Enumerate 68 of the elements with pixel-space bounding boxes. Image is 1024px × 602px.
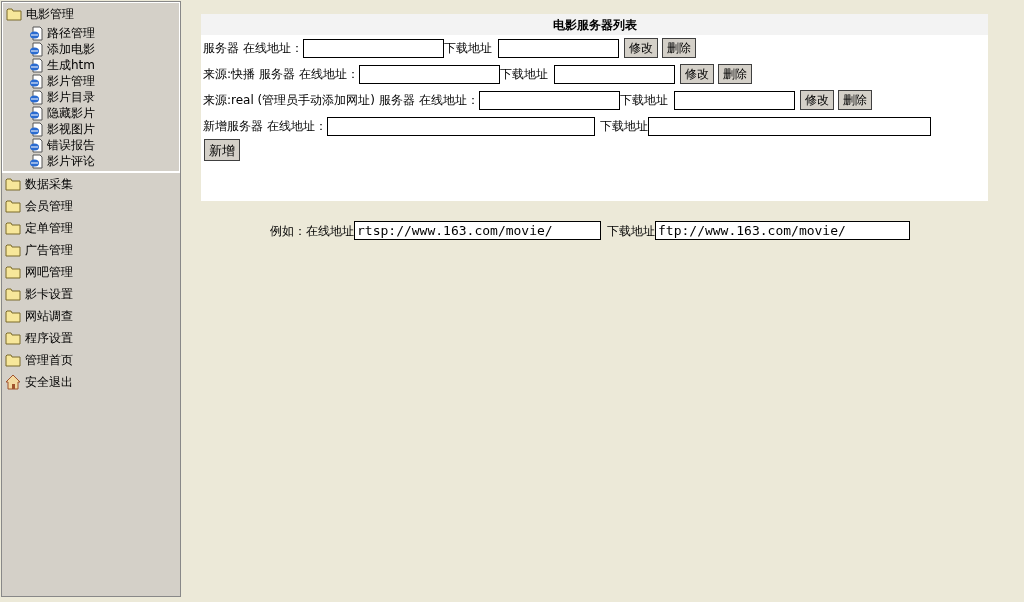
server-label: 来源:real (管理员手动添加网址) 服务器 在线地址： — [203, 92, 479, 109]
online-url-field[interactable] — [478, 90, 620, 110]
action-button[interactable]: 删除 — [837, 90, 872, 110]
sidebar-item[interactable]: 程序设置 — [2, 327, 180, 349]
new-server-label: 新增服务器 在线地址： — [203, 118, 327, 135]
online-url-field[interactable] — [358, 64, 500, 84]
download-url-field[interactable]: ftp://www.163.com/movie/ — [655, 221, 910, 240]
folder-icon — [5, 265, 21, 279]
sidebar-item[interactable]: 定单管理 — [2, 217, 180, 239]
sidebar-subitem[interactable]: 生成htm — [3, 57, 179, 73]
web-page-icon — [29, 105, 43, 121]
online-url-field[interactable]: rtsp://www.163.com/movie/ — [354, 221, 601, 240]
sidebar-subitem[interactable]: 影片管理 — [3, 73, 179, 89]
web-page-icon — [29, 89, 43, 105]
panel-title: 电影服务器列表 — [201, 14, 988, 35]
folder-icon — [5, 221, 21, 235]
folder-icon — [5, 287, 21, 301]
web-page-icon — [29, 121, 43, 137]
sidebar-item[interactable]: 影卡设置 — [2, 283, 180, 305]
download-label: 下载地址 — [499, 66, 548, 83]
house-icon — [5, 374, 21, 390]
web-page-icon — [29, 57, 43, 73]
sidebar-subitem[interactable]: 影视图片 — [3, 121, 179, 137]
folder-icon — [6, 7, 22, 21]
download-url-field[interactable] — [497, 38, 619, 58]
download-label: 下载地址 — [607, 222, 655, 240]
folder-icon — [5, 309, 21, 323]
add-button[interactable]: 新增 — [204, 139, 240, 161]
download-url-field[interactable] — [673, 90, 795, 110]
sidebar-item[interactable]: 会员管理 — [2, 195, 180, 217]
sidebar-item[interactable]: 广告管理 — [2, 239, 180, 261]
download-label: 下载地址 — [599, 118, 648, 135]
web-page-icon — [29, 41, 43, 57]
sidebar-item[interactable]: 电影管理 — [3, 3, 179, 25]
action-button[interactable]: 修改 — [799, 90, 834, 110]
sidebar-subitem[interactable]: 错误报告 — [3, 137, 179, 153]
sidebar-item[interactable]: 安全退出 — [2, 371, 180, 393]
online-url-field[interactable] — [302, 38, 444, 58]
sidebar-subitem[interactable]: 影片目录 — [3, 89, 179, 105]
server-label: 服务器 在线地址： — [203, 40, 303, 57]
sidebar-item[interactable]: 网吧管理 — [2, 261, 180, 283]
sidebar-item[interactable]: 管理首页 — [2, 349, 180, 371]
download-url-field[interactable] — [553, 64, 675, 84]
folder-icon — [5, 353, 21, 367]
web-page-icon — [29, 137, 43, 153]
action-button[interactable]: 删除 — [717, 64, 752, 84]
action-button[interactable]: 删除 — [661, 38, 696, 58]
web-page-icon — [29, 25, 43, 41]
example-label: 例如：在线地址 — [270, 222, 354, 240]
download-label: 下载地址 — [619, 92, 668, 109]
sidebar-subitem[interactable]: 路径管理 — [3, 25, 179, 41]
action-button[interactable]: 修改 — [623, 38, 658, 58]
web-page-icon — [29, 73, 43, 89]
action-button[interactable]: 修改 — [679, 64, 714, 84]
sidebar-item[interactable]: 网站调查 — [2, 305, 180, 327]
server-label: 来源:快播 服务器 在线地址： — [203, 66, 359, 83]
sidebar-item[interactable]: 数据采集 — [2, 173, 180, 195]
web-page-icon — [29, 153, 43, 169]
folder-icon — [5, 243, 21, 257]
sidebar-subitem[interactable]: 隐藏影片 — [3, 105, 179, 121]
folder-icon — [5, 177, 21, 191]
download-url-field[interactable] — [647, 116, 931, 136]
folder-icon — [5, 331, 21, 345]
sidebar-subitem[interactable]: 影片评论 — [3, 153, 179, 169]
online-url-field[interactable] — [326, 116, 595, 136]
download-label: 下载地址 — [443, 40, 492, 57]
sidebar-subitem[interactable]: 添加电影 — [3, 41, 179, 57]
folder-icon — [5, 199, 21, 213]
